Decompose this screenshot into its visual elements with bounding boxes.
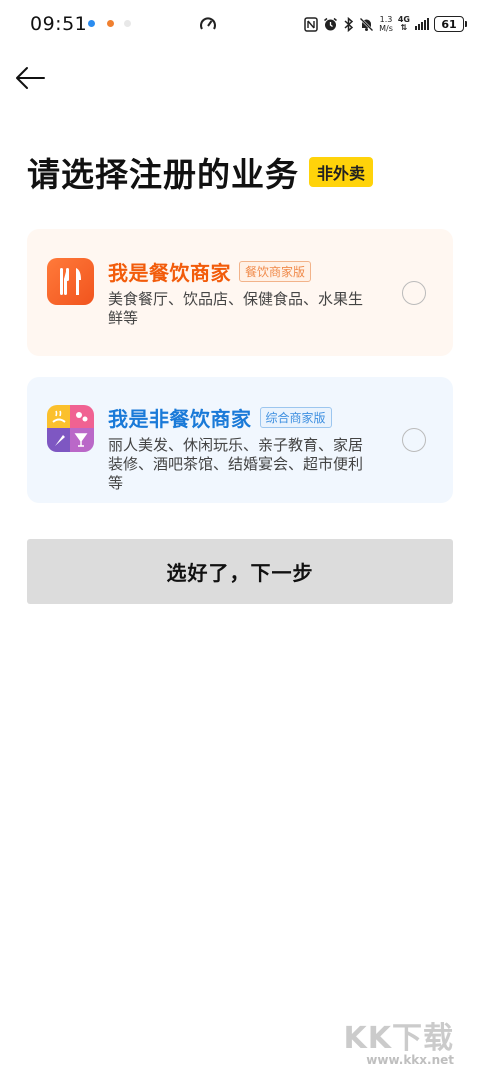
notification-app-icon (124, 20, 131, 27)
data-arrows-icon: ⇅ (400, 23, 408, 32)
option-radio[interactable] (402, 281, 426, 305)
network-type: 4G ⇅ (398, 16, 410, 32)
mute-bell-icon (359, 17, 374, 32)
speedometer-icon (199, 15, 217, 37)
option-header: 我是餐饮商家 餐饮商家版 (108, 257, 312, 286)
status-time: 09:51 (30, 13, 88, 35)
option-card-food-merchant[interactable]: 我是餐饮商家 餐饮商家版 美食餐厅、饮品店、保健食品、水果生鲜等 (27, 229, 453, 356)
notification-app-icon (88, 20, 95, 27)
bluetooth-icon (343, 16, 354, 32)
battery-level: 61 (441, 17, 457, 31)
signal-strength-icon (415, 18, 429, 30)
option-header: 我是非餐饮商家 综合商家版 (108, 403, 332, 432)
next-step-button[interactable]: 选好了，下一步 (27, 539, 453, 604)
page-title: 请选择注册的业务 (27, 155, 299, 194)
option-tag: 综合商家版 (259, 407, 332, 428)
watermark: KK下载 www.kkx.net (334, 1013, 455, 1068)
alarm-icon (323, 17, 338, 32)
status-bar: 09:51 1.3 M/s 4G ⇅ 61 (0, 0, 480, 50)
network-speed-unit: M/s (379, 24, 393, 33)
option-title: 我是餐饮商家 (108, 261, 231, 285)
status-icons: 1.3 M/s 4G ⇅ 61 (304, 13, 467, 35)
nfc-icon (304, 16, 318, 32)
option-tag: 餐饮商家版 (239, 261, 312, 282)
back-arrow-icon (16, 67, 45, 89)
back-button[interactable] (12, 62, 48, 94)
watermark-url: www.kkx.net (366, 1053, 454, 1067)
option-description: 丽人美发、休闲玩乐、亲子教育、家居装修、酒吧茶馆、结婚宴会、超市便利等 (108, 436, 364, 492)
network-speed-value: 1.3 (379, 15, 393, 24)
notification-app-icon (107, 20, 114, 27)
option-description: 美食餐厅、饮品店、保健食品、水果生鲜等 (108, 290, 364, 327)
network-speed: 1.3 M/s (379, 15, 393, 33)
option-card-non-food-merchant[interactable]: 我是非餐饮商家 综合商家版 丽人美发、休闲玩乐、亲子教育、家居装修、酒吧茶馆、结… (27, 377, 453, 503)
option-radio[interactable] (402, 428, 426, 452)
multi-service-icon (47, 405, 94, 452)
cutlery-icon (47, 258, 94, 305)
battery-icon: 61 (434, 16, 467, 32)
watermark-logo: KK下载 (343, 1021, 454, 1056)
title-badge: 非外卖 (309, 157, 374, 187)
option-title: 我是非餐饮商家 (108, 407, 252, 431)
page-header: 请选择注册的业务 非外卖 (27, 148, 374, 196)
